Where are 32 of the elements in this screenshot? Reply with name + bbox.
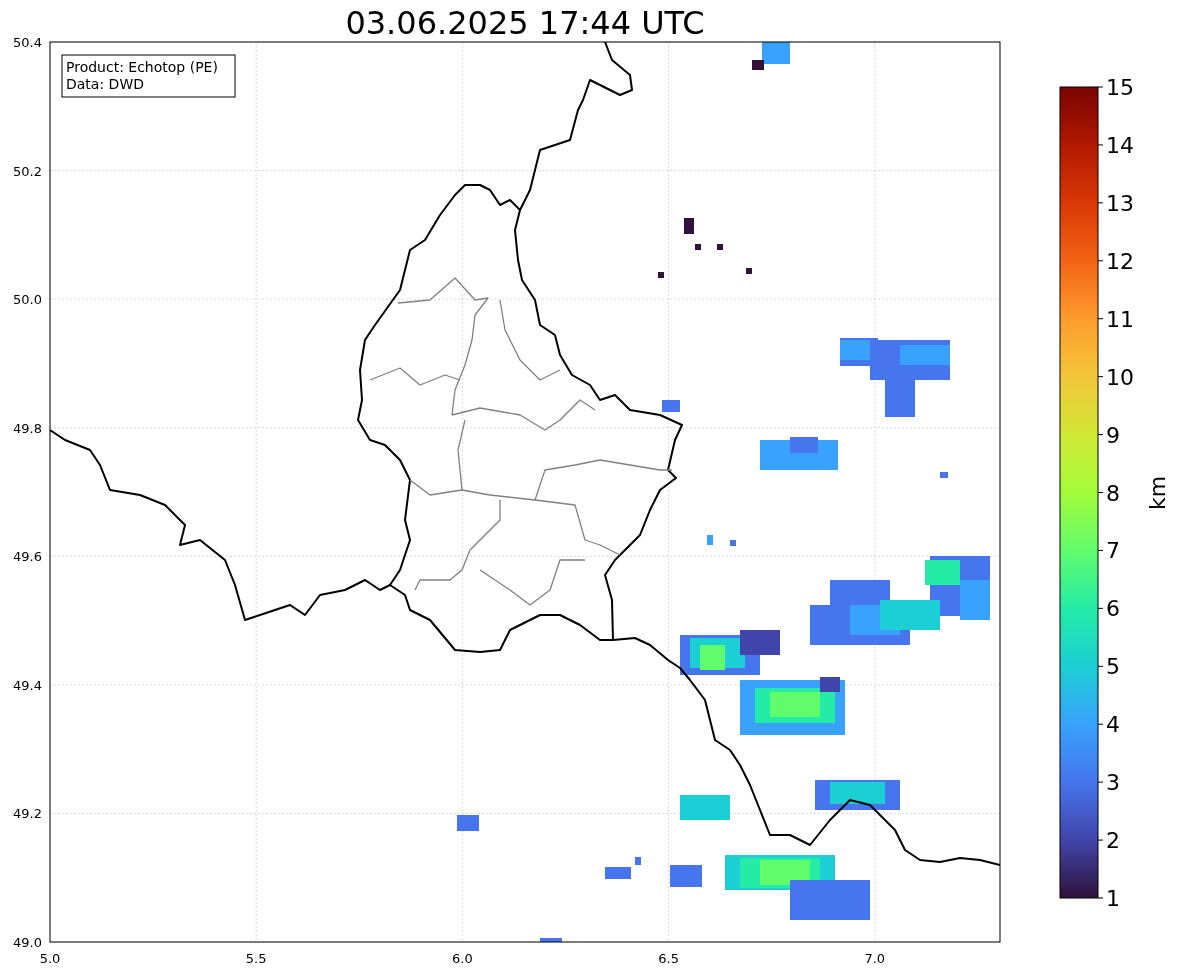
colorbar-tick-label: 3 xyxy=(1106,770,1120,796)
y-tick-label: 50.0 xyxy=(13,292,42,308)
colorbar-tick-label: 6 xyxy=(1106,596,1120,622)
y-tick-label: 49.0 xyxy=(13,935,42,950)
x-tick-label: 6.0 xyxy=(452,951,473,966)
colorbar-tick-label: 7 xyxy=(1106,538,1120,564)
y-tick-label: 49.4 xyxy=(13,677,42,693)
colorbar-tick-label: 5 xyxy=(1106,654,1120,680)
x-tick-label: 7.0 xyxy=(864,951,886,966)
x-tick-label: 5.0 xyxy=(39,951,61,966)
y-tick-label: 49.2 xyxy=(13,806,42,822)
colorbar-tick-label: 8 xyxy=(1106,480,1120,506)
x-tick-label: 6.5 xyxy=(658,951,679,966)
y-tick-label: 49.8 xyxy=(13,420,42,436)
x-tick-label: 5.5 xyxy=(245,951,267,966)
chart-title: 03.06.2025 17:44 UTC xyxy=(345,4,705,42)
y-tick-label: 49.6 xyxy=(13,549,42,565)
colorbar-tick-label: 14 xyxy=(1106,132,1134,158)
colorbar-tick-label: 13 xyxy=(1106,190,1134,216)
colorbar-tick-label: 11 xyxy=(1106,306,1134,332)
info-text: Data: DWD xyxy=(66,76,144,92)
colorbar-tick-label: 12 xyxy=(1106,248,1134,274)
colorbar-tick-label: 2 xyxy=(1106,828,1120,854)
y-tick-label: 50.2 xyxy=(13,163,42,179)
colorbar-tick-label: 15 xyxy=(1106,75,1134,100)
colorbar-label: km xyxy=(1145,475,1170,511)
info-text: Product: Echotop (PE) xyxy=(66,59,218,75)
colorbar-tick-label: 4 xyxy=(1106,712,1120,738)
colorbar-tick-label: 1 xyxy=(1106,886,1120,911)
colorbar-tick-label: 9 xyxy=(1106,422,1120,448)
y-tick-label: 50.4 xyxy=(13,35,42,50)
colorbar-tick-label: 10 xyxy=(1106,364,1134,390)
